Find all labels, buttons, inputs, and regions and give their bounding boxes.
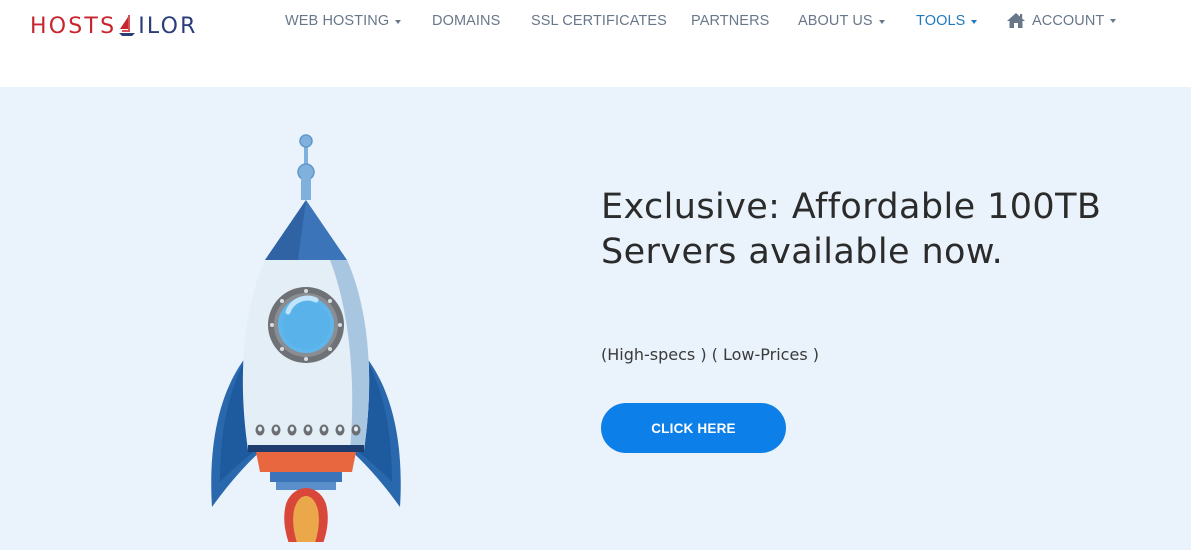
nav-account[interactable]: ACCOUNT xyxy=(1006,12,1117,29)
site-header: HOSTS ILOR WEB HOSTING DOMAINS SSL CERTI… xyxy=(0,0,1191,87)
nav-domains[interactable]: DOMAINS xyxy=(432,13,500,29)
nav-domains-label: DOMAINS xyxy=(432,13,501,29)
nav-ssl-certificates[interactable]: SSL CERTIFICATES xyxy=(531,13,667,29)
nav-web-hosting[interactable]: WEB HOSTING xyxy=(285,13,402,29)
caret-down-icon xyxy=(971,19,978,24)
caret-down-icon xyxy=(395,19,402,24)
caret-down-icon xyxy=(878,19,885,24)
nav-web-hosting-label: WEB HOSTING xyxy=(285,13,390,29)
nav-account-label: ACCOUNT xyxy=(1032,12,1105,29)
nav-about-us[interactable]: ABOUT US xyxy=(798,13,885,29)
main-nav: WEB HOSTING DOMAINS SSL CERTIFICATES PAR… xyxy=(0,0,1191,44)
rocket-icon xyxy=(211,134,401,542)
nav-tools-label: TOOLS xyxy=(916,13,966,29)
nav-partners-label: PARTNERS xyxy=(691,13,770,29)
home-icon xyxy=(1007,13,1025,28)
hero-subline: (High-specs ) ( Low-Prices ) xyxy=(601,345,819,364)
hero-banner: Exclusive: Affordable 100TB Servers avai… xyxy=(0,87,1191,550)
nav-tools[interactable]: TOOLS xyxy=(916,13,978,29)
nav-about-label: ABOUT US xyxy=(798,13,873,29)
nav-ssl-label: SSL CERTIFICATES xyxy=(531,13,667,29)
hero-headline: Exclusive: Affordable 100TB Servers avai… xyxy=(601,187,1102,272)
click-here-button[interactable]: CLICK HERE xyxy=(601,403,786,453)
nav-partners[interactable]: PARTNERS xyxy=(691,13,769,29)
caret-down-icon xyxy=(1110,19,1117,23)
